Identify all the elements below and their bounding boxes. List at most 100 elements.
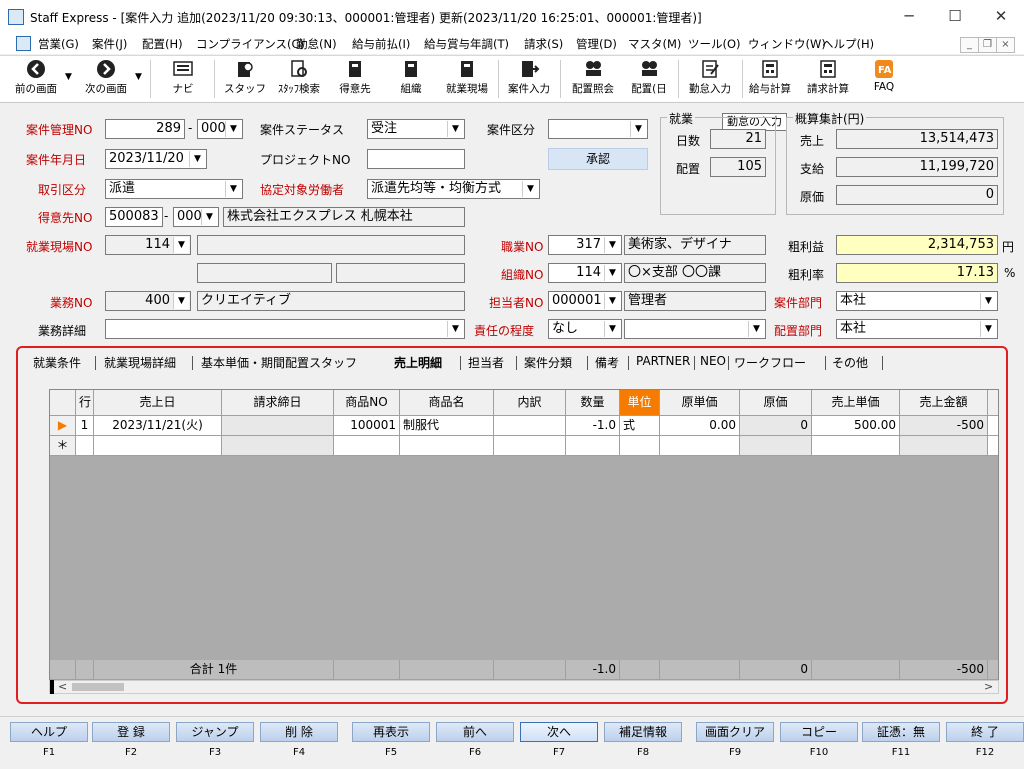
col-header-sales-unit[interactable]: 売上単価 [812,390,900,416]
col-header-breakdown[interactable]: 内訳 [494,390,566,416]
new-cell-sales-unit[interactable] [812,436,900,456]
f8-supplement-button[interactable]: 補足情報 [604,722,682,742]
table-cell-item-no[interactable]: 100001 [334,416,400,436]
table-cell-closing-date[interactable] [222,416,334,436]
f12-exit-button[interactable]: 終 了 [946,722,1024,742]
site-button[interactable]: 就業現場 [440,56,494,102]
staff-search-button[interactable]: ｽﾀｯﾌ検索 [270,56,328,102]
resp2-select[interactable] [624,319,766,339]
f4-delete-button[interactable]: 削 除 [260,722,338,742]
person-no-select[interactable]: 000001 [548,291,622,311]
case-no-sub-select[interactable]: 000 [197,119,243,139]
payroll-calc-button[interactable]: 給与計算 [746,56,794,102]
client-no-input[interactable]: 500083 [105,207,163,227]
new-cell-sales-date[interactable] [94,436,222,456]
menu-maebarai[interactable]: 給与前払(I) [352,36,410,52]
resp-select[interactable]: なし [548,319,622,339]
f7-next-button[interactable]: 次へ [520,722,598,742]
menu-tool[interactable]: ツール(O) [688,36,741,52]
assign-ref-button[interactable]: 配置照会 [564,56,622,102]
table-cell-sales-date[interactable]: 2023/11/21(火) [94,416,222,436]
mdi-minimize-button[interactable]: _ [960,37,979,53]
col-header-cost[interactable]: 原価 [740,390,812,416]
status-select[interactable]: 受注 [367,119,465,139]
table-cell-row[interactable]: 1 [76,416,94,436]
tab-workflow[interactable]: ワークフロー [734,354,806,371]
tab-work-conditions[interactable]: 就業条件 [33,354,81,371]
navi-button[interactable]: ナビ [158,56,208,102]
site-no-select[interactable]: 114 [105,235,191,255]
category-select[interactable] [548,119,648,139]
menu-kyuyo[interactable]: 給与賞与年調(T) [424,36,509,52]
back-dropdown[interactable]: ▼ [62,56,74,102]
menu-window[interactable]: ウィンドウ(W) [748,36,826,52]
biz-no-select[interactable]: 400 [105,291,191,311]
col-header-cost-unit[interactable]: 原単価 [660,390,740,416]
table-cell-sales-amount[interactable]: -500 [900,416,988,436]
place-dept-select[interactable]: 本社 [836,319,998,339]
next-button[interactable]: 次の画面 [78,56,134,102]
org-button[interactable]: 組織 [386,56,436,102]
f5-refresh-button[interactable]: 再表示 [352,722,430,742]
case-no-input[interactable]: 289 [105,119,185,139]
f6-prev-button[interactable]: 前へ [436,722,514,742]
tab-basic-price[interactable]: 基本単価・期間配置スタッフ [201,354,357,371]
table-cell-item-name[interactable]: 制服代 [400,416,494,436]
agreement-select[interactable]: 派遣先均等・均衡方式 [367,179,540,199]
table-cell-sales-unit[interactable]: 500.00 [812,416,900,436]
col-header-closing-date[interactable]: 請求締日 [222,390,334,416]
org-no-select[interactable]: 114 [548,263,622,283]
approve-button[interactable]: 承認 [548,148,648,170]
new-cell-closing-date[interactable] [222,436,334,456]
minimize-button[interactable]: ─ [886,0,932,32]
col-header-item-name[interactable]: 商品名 [400,390,494,416]
new-cell-breakdown[interactable] [494,436,566,456]
menu-master[interactable]: マスタ(M) [628,36,681,52]
table-cell-qty[interactable]: -1.0 [566,416,620,436]
f9-clear-button[interactable]: 画面クリア [696,722,774,742]
menu-eigyo[interactable]: 営業(G) [38,36,79,52]
scroll-right-icon[interactable]: > [984,680,993,693]
f3-jump-button[interactable]: ジャンプ [176,722,254,742]
trade-select[interactable]: 派遣 [105,179,243,199]
menu-haichi[interactable]: 配置(H) [142,36,183,52]
ym-input[interactable]: 2023/11/20 [105,149,207,169]
assign-day-button[interactable]: 配置(日 [624,56,674,102]
detail-select[interactable] [105,319,465,339]
f10-copy-button[interactable]: コピー [780,722,858,742]
mdi-close-button[interactable]: × [996,37,1015,53]
scroll-left-icon[interactable]: < [58,680,67,693]
close-button[interactable]: ✕ [978,0,1024,32]
col-header-sales-date[interactable]: 売上日 [94,390,222,416]
new-cell-cost-unit[interactable] [660,436,740,456]
dept-select[interactable]: 本社 [836,291,998,311]
tab-classification[interactable]: 案件分類 [524,354,572,371]
tab-person[interactable]: 担当者 [468,354,504,371]
menu-compliance[interactable]: コンプライアンス(C) [196,36,304,52]
table-cell-breakdown[interactable] [494,416,566,436]
new-cell-sales-amount[interactable] [900,436,988,456]
client-sub-select[interactable]: 000 [173,207,219,227]
case-input-button[interactable]: 案件入力 [502,56,556,102]
project-input[interactable] [367,149,465,169]
col-header-item-no[interactable]: 商品NO [334,390,400,416]
scrollbar-thumb[interactable] [72,683,124,691]
tab-others[interactable]: その他 [832,354,868,371]
table-cell-cost[interactable]: 0 [740,416,812,436]
faq-button[interactable]: FA FAQ [862,56,906,102]
horizontal-scrollbar[interactable]: < > [49,680,999,694]
menu-seikyu[interactable]: 請求(S) [524,36,563,52]
menu-kintai[interactable]: 勤怠(N) [296,36,337,52]
f2-save-button[interactable]: 登 録 [92,722,170,742]
menu-anken[interactable]: 案件(J) [92,36,127,52]
f11-evidence-button[interactable]: 証憑：無 [862,722,940,742]
attendance-button[interactable]: 勤怠入力 [682,56,738,102]
next-dropdown[interactable]: ▼ [132,56,144,102]
menu-kanri[interactable]: 管理(D) [576,36,617,52]
new-cell-row[interactable] [76,436,94,456]
col-header-sales-amount[interactable]: 売上金額 [900,390,988,416]
new-cell-item-name[interactable] [400,436,494,456]
col-header-unit[interactable]: 単位 [620,390,660,416]
billing-calc-button[interactable]: 請求計算 [800,56,856,102]
staff-button[interactable]: スタッフ [220,56,270,102]
